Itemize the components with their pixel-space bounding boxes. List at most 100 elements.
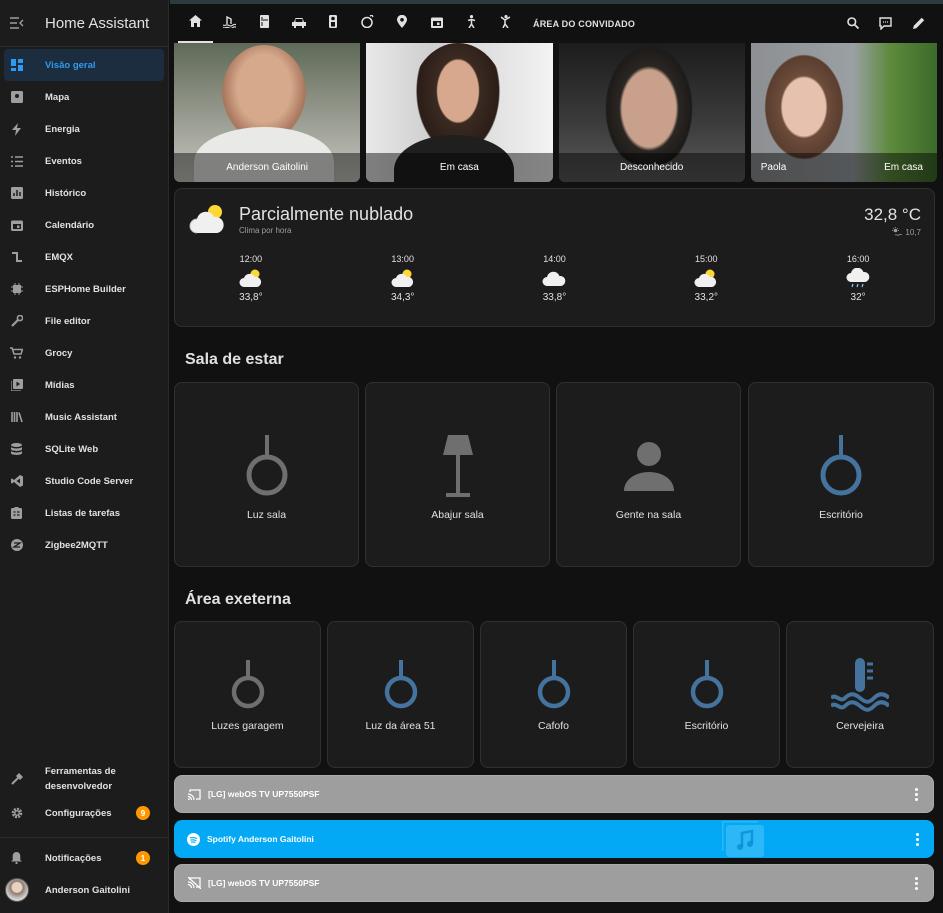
chart-icon	[0, 187, 33, 199]
person-card[interactable]: Paola Em casa	[750, 43, 937, 182]
search-icon[interactable]	[842, 17, 863, 30]
person-card[interactable]: Desconhecido	[558, 43, 745, 182]
tab-person-walk[interactable]	[454, 4, 489, 43]
person-card[interactable]: Em casa	[366, 43, 553, 182]
sidebar-item-music-assistant[interactable]: Music Assistant	[0, 401, 168, 433]
bell-icon	[0, 852, 33, 864]
sidebar-item-listas[interactable]: Listas de tarefas	[0, 497, 168, 529]
tab-home[interactable]	[178, 4, 213, 43]
library-icon	[0, 411, 33, 423]
tile-name: Luz da área 51	[365, 720, 436, 732]
tile-name: Luzes garagem	[211, 720, 284, 732]
ceiling-light-icon	[819, 435, 863, 497]
vscode-icon	[0, 475, 33, 487]
forecast-time: 12:00	[239, 254, 263, 264]
remote-icon	[329, 14, 338, 33]
tile-name: Escritório	[819, 509, 863, 521]
sidebar-item-zigbee2mqtt[interactable]: Zigbee2MQTT	[0, 529, 168, 561]
person-state: Em casa	[884, 162, 923, 173]
sidebar-divider	[0, 837, 168, 838]
tile-luz-area-51[interactable]: Luz da área 51	[327, 621, 474, 768]
tab-guest-area[interactable]: ÁREA DO CONVIDADO	[533, 19, 635, 29]
menu-collapse-icon[interactable]	[0, 17, 34, 29]
tab-remote[interactable]	[316, 4, 351, 43]
media-player-lg-tv-off[interactable]: [LG] webOS TV UP7550PSF	[174, 864, 934, 902]
tile-luzes-garagem[interactable]: Luzes garagem	[174, 621, 321, 768]
tile-cafofo[interactable]: Cafofo	[480, 621, 627, 768]
sidebar-item-sqlite[interactable]: SQLite Web	[0, 433, 168, 465]
weather-temperature: 32,8 °C	[864, 205, 921, 224]
cloudy-icon	[542, 266, 566, 290]
clipboard-icon	[0, 507, 33, 519]
tile-escritorio-externa[interactable]: Escritório	[633, 621, 780, 768]
fridge-icon	[259, 14, 269, 33]
tab-person-stretch[interactable]	[489, 4, 524, 43]
tab-car[interactable]	[282, 4, 317, 43]
ceiling-light-icon	[245, 435, 289, 497]
map-icon	[0, 91, 33, 103]
sidebar-item-grocy[interactable]: Grocy	[0, 337, 168, 369]
tile-cervejeira[interactable]: Cervejeira	[786, 621, 934, 768]
sidebar-item-label: Grocy	[45, 347, 73, 359]
media-title: [LG] webOS TV UP7550PSF	[208, 789, 320, 799]
more-options-icon[interactable]	[915, 876, 918, 890]
sidebar-item-file-editor[interactable]: File editor	[0, 305, 168, 337]
tab-fridge[interactable]	[247, 4, 282, 43]
tab-washing-machine[interactable]	[351, 4, 386, 43]
sidebar-item-mapa[interactable]: Mapa	[0, 81, 168, 113]
sidebar-header: Home Assistant	[0, 0, 168, 47]
person-card[interactable]: Anderson Gaitolini	[174, 43, 361, 182]
database-icon	[0, 443, 33, 455]
edit-icon[interactable]	[908, 17, 929, 30]
media-player-spotify[interactable]: Spotify Anderson Gaitolini	[174, 819, 934, 858]
forecast-item: 15:00 33,2°	[630, 254, 782, 303]
ceiling-light-icon	[537, 660, 571, 710]
forecast-temp: 33,8°	[239, 292, 263, 303]
top-bar: ÁREA DO CONVIDADO	[170, 0, 943, 43]
tile-abajur-sala[interactable]: Abajur sala	[365, 382, 550, 567]
weather-attribute: 10,7	[892, 227, 921, 238]
sidebar-item-user[interactable]: Anderson Gaitolini	[0, 873, 168, 907]
sidebar-item-notificacoes[interactable]: Notificações 1	[0, 843, 168, 873]
zigbee-icon	[0, 539, 33, 551]
tile-escritorio-sala[interactable]: Escritório	[748, 382, 934, 567]
tab-calendar[interactable]	[420, 4, 455, 43]
hammer-icon	[0, 773, 33, 785]
more-options-icon[interactable]	[916, 832, 919, 846]
user-avatar	[0, 878, 33, 902]
sidebar-item-historico[interactable]: Histórico	[0, 177, 168, 209]
forecast-time: 15:00	[695, 254, 718, 264]
media-icon	[0, 379, 33, 391]
tab-pool[interactable]	[213, 4, 248, 43]
sidebar-item-label: Mídias	[45, 379, 75, 391]
sidebar-item-label: Music Assistant	[45, 411, 117, 423]
tab-location[interactable]	[385, 4, 420, 43]
sidebar-item-eventos[interactable]: Eventos	[0, 145, 168, 177]
tile-luz-sala[interactable]: Luz sala	[174, 382, 359, 567]
tile-gente-na-sala[interactable]: Gente na sala	[556, 382, 741, 567]
sidebar-item-label: Histórico	[45, 187, 87, 199]
sidebar-item-midias[interactable]: Mídias	[0, 369, 168, 401]
sidebar-item-energia[interactable]: Energia	[0, 113, 168, 145]
sidebar-item-label: Listas de tarefas	[45, 507, 120, 519]
person-state: Em casa	[439, 162, 479, 173]
forecast-item: 12:00 33,8°	[175, 254, 327, 303]
more-options-icon[interactable]	[915, 787, 918, 801]
sidebar-item-emqx[interactable]: EMQX	[0, 241, 168, 273]
sidebar-item-dev-tools[interactable]: Ferramentas de desenvolvedor	[0, 757, 168, 801]
assist-icon[interactable]	[875, 17, 896, 30]
sidebar-item-visao-geral[interactable]: Visão geral	[4, 49, 164, 81]
sidebar-item-studio-code[interactable]: Studio Code Server	[0, 465, 168, 497]
thermometer-water-icon	[831, 658, 889, 714]
washing-machine-icon	[361, 13, 374, 33]
forecast-time: 14:00	[543, 254, 566, 264]
person-caption: Anderson Gaitolini	[174, 153, 361, 182]
tile-name: Luz sala	[246, 509, 287, 521]
sidebar-item-esphome[interactable]: ESPHome Builder	[0, 273, 168, 305]
weather-card[interactable]: Parcialmente nublado Clima por hora 32,8…	[174, 188, 935, 327]
sidebar-item-calendario[interactable]: Calendário	[0, 209, 168, 241]
media-player-lg-tv[interactable]: [LG] webOS TV UP7550PSF	[174, 775, 934, 813]
sidebar-item-configuracoes[interactable]: Configurações 9	[0, 801, 168, 825]
forecast-temp: 33,2°	[694, 292, 719, 303]
location-icon	[397, 14, 408, 33]
